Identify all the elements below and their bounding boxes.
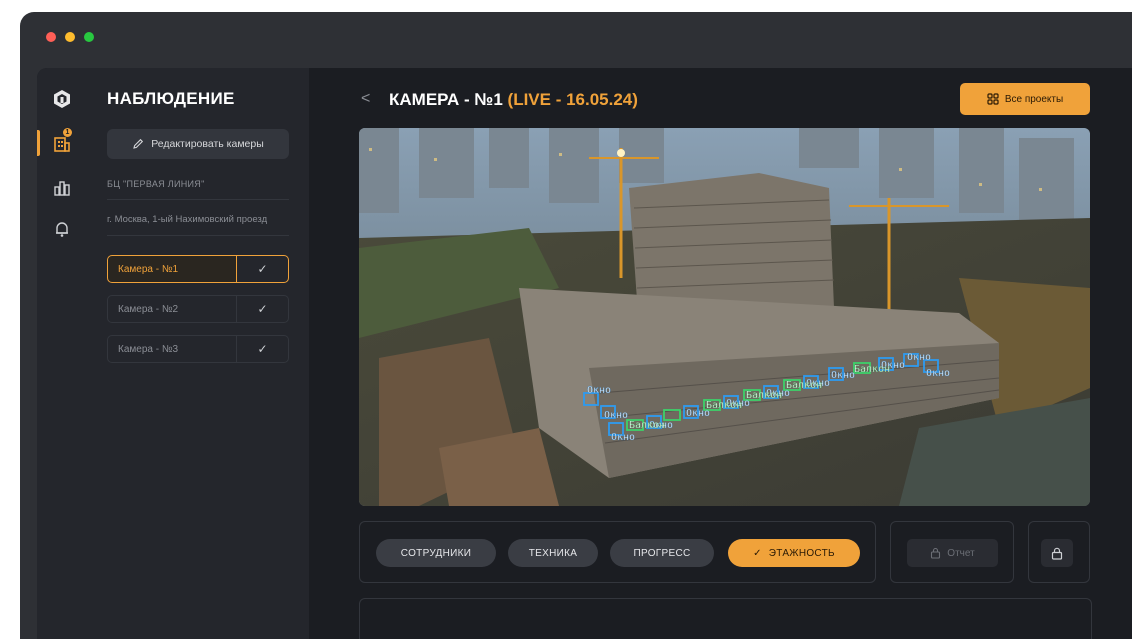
report-label: Отчет [947, 547, 975, 559]
lock-button[interactable] [1041, 539, 1073, 567]
construction-site-image: Окно Окно Окно Окно Окно Окно Окно Окно … [359, 128, 1090, 506]
all-projects-button[interactable]: Все проекты [960, 83, 1090, 115]
building-icon[interactable]: 1 [51, 128, 73, 154]
close-window-dot[interactable] [46, 32, 56, 42]
svg-text:Окно: Окно [611, 432, 635, 443]
detection-label: Окно [587, 385, 611, 396]
sidebar-title: НАБЛЮДЕНИЕ [107, 89, 235, 108]
live-date: (LIVE - 16.05.24) [507, 90, 638, 109]
maximize-window-dot[interactable] [84, 32, 94, 42]
camera-feed[interactable]: Окно Окно Окно Окно Окно Окно Окно Окно … [359, 128, 1090, 506]
camera-item-label: Камера - №1 [107, 255, 237, 283]
main-panel: < КАМЕРА - №1 (LIVE - 16.05.24) Все прое… [309, 68, 1132, 639]
check-icon: ✓ [753, 547, 762, 559]
project-name: БЦ "ПЕРВАЯ ЛИНИЯ" [107, 179, 205, 189]
edit-cameras-button[interactable]: Редактировать камеры [107, 129, 289, 159]
svg-text:Окно: Окно [831, 370, 855, 381]
check-icon[interactable]: ✓ [237, 335, 289, 363]
all-projects-label: Все проекты [1004, 93, 1064, 105]
notification-badge: 1 [63, 128, 72, 137]
lock-icon [1051, 547, 1063, 560]
icon-rail: 1 [37, 68, 87, 639]
check-icon[interactable]: ✓ [237, 295, 289, 323]
tab-floors[interactable]: ✓ ЭТАЖНОСТЬ [728, 539, 860, 567]
svg-text:Окно: Окно [926, 368, 950, 379]
svg-text:Окно: Окно [604, 410, 628, 421]
camera-item-3[interactable]: Камера - №3 ✓ [107, 335, 289, 365]
tab-floors-label: ЭТАЖНОСТЬ [768, 547, 835, 559]
report-button[interactable]: Отчет [907, 539, 998, 567]
lock-icon [931, 547, 941, 559]
camera-item-label: Камера - №2 [107, 295, 237, 323]
tabs-panel: СОТРУДНИКИ ТЕХНИКА ПРОГРЕСС ✓ ЭТАЖНОСТЬ [359, 521, 876, 583]
camera-title: КАМЕРА - №1 (LIVE - 16.05.24) [389, 90, 638, 110]
check-icon[interactable]: ✓ [237, 255, 289, 283]
lock-panel [1028, 521, 1090, 583]
app-frame: 1 НАБЛЮДЕНИЕ Редактировать камеры БЦ "ПЕ… [37, 68, 1132, 639]
svg-text:Балкон: Балкон [706, 400, 742, 411]
camera-item-1[interactable]: Камера - №1 ✓ [107, 255, 289, 285]
svg-text:Балкон: Балкон [786, 380, 822, 391]
edit-cameras-label: Редактировать камеры [151, 138, 264, 150]
chart-icon[interactable] [51, 177, 73, 199]
back-chevron-icon[interactable]: < [361, 90, 370, 108]
svg-text:Балкон: Балкон [629, 420, 665, 431]
sidebar: НАБЛЮДЕНИЕ Редактировать камеры БЦ "ПЕРВ… [87, 68, 309, 639]
minimize-window-dot[interactable] [65, 32, 75, 42]
details-card [359, 598, 1092, 639]
camera-item-label: Камера - №3 [107, 335, 237, 363]
svg-text:Балкон: Балкон [746, 390, 782, 401]
tab-equipment[interactable]: ТЕХНИКА [508, 539, 598, 567]
rail-active-indicator [37, 130, 40, 156]
report-panel: Отчет [890, 521, 1014, 583]
app-window: 1 НАБЛЮДЕНИЕ Редактировать камеры БЦ "ПЕ… [20, 12, 1132, 639]
logo-icon[interactable] [51, 88, 73, 110]
grid-icon [987, 93, 999, 105]
project-address: г. Москва, 1-ый Нахимовский проезд [107, 214, 268, 225]
tab-progress[interactable]: ПРОГРЕСС [610, 539, 714, 567]
tab-employees[interactable]: СОТРУДНИКИ [376, 539, 496, 567]
svg-text:Балкон: Балкон [854, 364, 890, 375]
divider [107, 199, 289, 200]
camera-item-2[interactable]: Камера - №2 ✓ [107, 295, 289, 325]
pencil-icon [133, 138, 144, 149]
camera-title-text: КАМЕРА - №1 [389, 90, 503, 109]
bell-icon[interactable] [51, 218, 73, 240]
svg-text:Окно: Окно [907, 352, 931, 363]
window-controls [46, 32, 94, 42]
divider [107, 235, 289, 236]
